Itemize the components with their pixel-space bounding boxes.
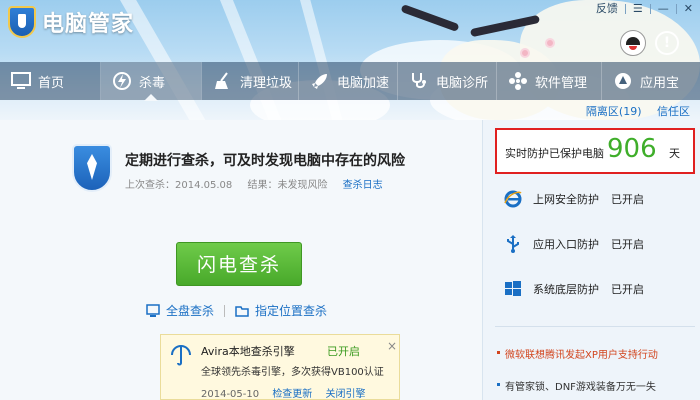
menu-icon[interactable]: ☰ bbox=[626, 0, 650, 18]
app-title: 电脑管家 bbox=[42, 12, 135, 37]
ribbon-decoration bbox=[400, 3, 460, 33]
protection-sidebar: 实时防护已保护电脑 906 天 上网安全防护 已开启 应用入口防护 已开启 系统… bbox=[482, 120, 700, 400]
tab-home[interactable]: 首页 bbox=[0, 62, 100, 100]
close-icon[interactable]: × bbox=[387, 339, 397, 353]
protection-days: 906 bbox=[607, 134, 657, 164]
full-scan-link[interactable]: 全盘查杀 bbox=[166, 302, 214, 319]
protection-label: 实时防护已保护电脑 bbox=[505, 147, 604, 160]
usb-icon bbox=[503, 234, 523, 254]
check-update-link[interactable]: 检查更新 bbox=[272, 389, 312, 400]
tab-software-manager[interactable]: 软件管理 bbox=[497, 62, 601, 100]
engine-status: 已开启 bbox=[327, 345, 360, 358]
flash-scan-button[interactable]: 闪电查杀 bbox=[176, 242, 302, 286]
news-item[interactable]: 微软联想腾讯发起XP用户支持行动 bbox=[497, 346, 658, 361]
protection-unit: 天 bbox=[669, 147, 680, 160]
tab-speed-up[interactable]: 电脑加速 bbox=[299, 62, 397, 100]
broom-icon bbox=[212, 70, 234, 92]
last-scan-info: 上次查杀：2014.05.08 结果：未发现风险 查杀日志 bbox=[125, 176, 383, 191]
scan-result: 结果：未发现风险 bbox=[247, 180, 328, 191]
app-store-icon bbox=[612, 70, 634, 92]
disable-engine-link[interactable]: 关闭引擎 bbox=[326, 389, 366, 400]
lightning-shield-icon bbox=[111, 70, 133, 92]
tab-clean-junk[interactable]: 清理垃圾 bbox=[202, 62, 298, 100]
settings-toggle-icon[interactable]: ! bbox=[655, 31, 679, 55]
page-title: 定期进行查杀，可及时发现电脑中存在的风险 bbox=[125, 153, 405, 169]
quarantine-link[interactable]: 隔离区(19) bbox=[586, 105, 642, 118]
custom-scan-link[interactable]: 指定位置查杀 bbox=[255, 302, 327, 319]
flower-decoration bbox=[545, 38, 555, 48]
tab-app-store[interactable]: 应用宝 bbox=[602, 62, 700, 100]
tab-pc-clinic[interactable]: 电脑诊所 bbox=[398, 62, 496, 100]
avira-umbrella-icon bbox=[169, 343, 193, 367]
avira-engine-card: Avira本地查杀引擎 已开启 × 全球领先杀毒引擎，多次获得VB100认证 2… bbox=[160, 334, 400, 400]
shield-status-icon bbox=[72, 144, 112, 192]
scan-log-link[interactable]: 查杀日志 bbox=[343, 180, 383, 191]
engine-title: Avira本地查杀引擎 bbox=[201, 345, 295, 358]
news-item[interactable]: 有管家锁、DNF游戏装备万无一失 bbox=[497, 378, 656, 393]
app-logo: 电脑管家 bbox=[8, 6, 134, 38]
feedback-button[interactable]: 反馈 bbox=[589, 0, 625, 18]
windows-icon bbox=[503, 279, 523, 299]
main-nav: 首页 杀毒 清理垃圾 电脑加速 电脑诊所 软件管理 应用宝 bbox=[0, 62, 700, 101]
last-scan-date: 上次查杀：2014.05.08 bbox=[125, 180, 233, 191]
realtime-protection-counter: 实时防护已保护电脑 906 天 bbox=[495, 128, 695, 174]
antivirus-main: 定期进行查杀，可及时发现电脑中存在的风险 上次查杀：2014.05.08 结果：… bbox=[0, 120, 482, 400]
protection-row-system[interactable]: 系统底层防护 已开启 bbox=[503, 276, 644, 302]
avatar[interactable] bbox=[620, 30, 646, 56]
stethoscope-icon bbox=[408, 70, 430, 92]
divider bbox=[495, 326, 695, 327]
puzzle-icon bbox=[507, 70, 529, 92]
rocket-icon bbox=[309, 70, 331, 92]
ie-icon bbox=[503, 189, 523, 209]
monitor-icon bbox=[10, 70, 32, 92]
close-icon[interactable]: ✕ bbox=[677, 0, 700, 18]
engine-date: 2014-05-10 bbox=[201, 389, 260, 400]
engine-description: 全球领先杀毒引擎，多次获得VB100认证 bbox=[201, 367, 384, 378]
tab-antivirus[interactable]: 杀毒 bbox=[101, 62, 201, 101]
protection-row-app-entry[interactable]: 应用入口防护 已开启 bbox=[503, 231, 644, 257]
window-controls: 反馈 ☰ — ✕ bbox=[589, 0, 700, 18]
trust-zone-link[interactable]: 信任区 bbox=[657, 105, 690, 118]
folder-scan-icon bbox=[235, 304, 249, 318]
monitor-scan-icon bbox=[146, 303, 160, 318]
scan-options: 全盘查杀 指定位置查杀 bbox=[146, 302, 327, 319]
flower-decoration bbox=[520, 48, 530, 58]
quarantine-links: 隔离区(19) 信任区 bbox=[574, 103, 690, 119]
protection-row-web[interactable]: 上网安全防护 已开启 bbox=[503, 186, 644, 212]
minimize-icon[interactable]: — bbox=[651, 0, 676, 18]
shield-logo-icon bbox=[8, 6, 36, 38]
engine-footer: 2014-05-10 检查更新 关闭引擎 bbox=[201, 385, 366, 400]
